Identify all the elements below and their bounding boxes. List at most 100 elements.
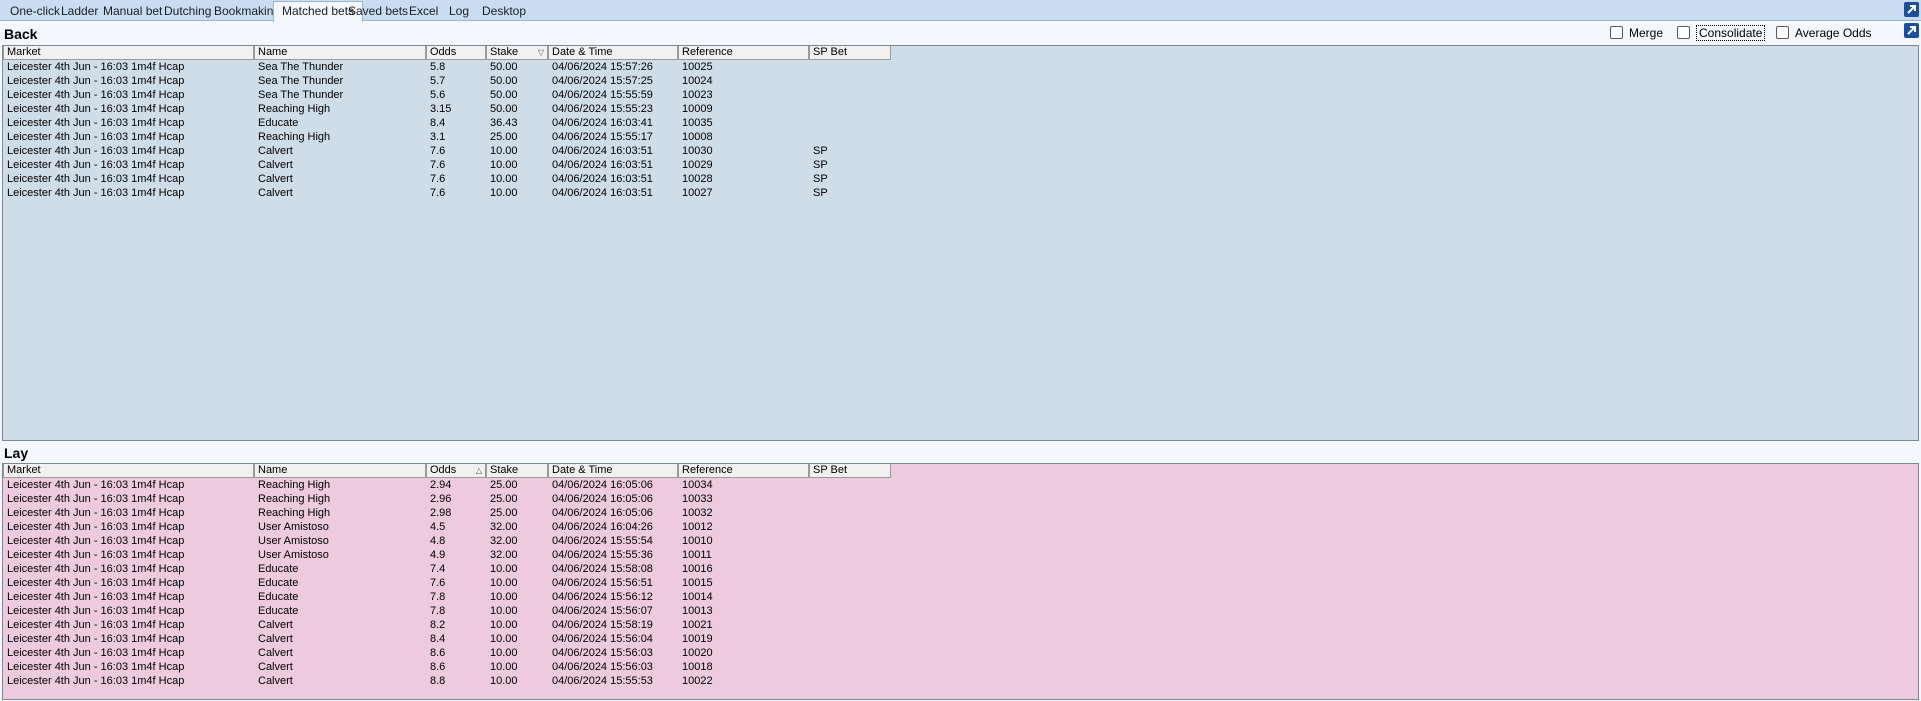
table-row[interactable]: Leicester 4th Jun - 16:03 1m4f Hcap Calve… (3, 618, 1918, 632)
cell-sp-bet (813, 116, 889, 130)
cell-odds: 8.4 (430, 117, 446, 129)
table-row[interactable]: Leicester 4th Jun - 16:03 1m4f Hcap Sea T… (3, 60, 1918, 74)
table-row[interactable]: Leicester 4th Jun - 16:03 1m4f Hcap Calve… (3, 172, 1918, 186)
table-row[interactable]: Leicester 4th Jun - 16:03 1m4f Hcap User … (3, 520, 1918, 534)
cell-stake: 10.00 (490, 661, 518, 673)
cell-reference: 10012 (682, 521, 713, 533)
column-header-stake[interactable]: Stake (486, 464, 548, 478)
table-row[interactable]: Leicester 4th Jun - 16:03 1m4f Hcap Calve… (3, 660, 1918, 674)
cell-stake: 10.00 (490, 647, 518, 659)
cell-odds: 2.98 (430, 507, 452, 519)
cell-date-time: 04/06/2024 15:55:17 (552, 131, 653, 143)
cell-date-time: 04/06/2024 16:05:06 (552, 507, 653, 519)
column-header-sp-bet[interactable]: SP Bet (809, 46, 891, 60)
column-header-date-time[interactable]: Date & Time (548, 464, 678, 478)
column-header-label: Stake (490, 46, 519, 58)
popout-button-back[interactable] (1904, 23, 1919, 38)
average-odds-option[interactable]: Average Odds (1776, 25, 1872, 41)
cell-reference: 10030 (682, 145, 713, 157)
cell-odds: 2.96 (430, 493, 452, 505)
column-header-stake[interactable]: Stake ▽ (486, 46, 548, 60)
cell-market: Leicester 4th Jun - 16:03 1m4f Hcap (7, 591, 185, 603)
table-row[interactable]: Leicester 4th Jun - 16:03 1m4f Hcap Calve… (3, 144, 1918, 158)
tab-excel[interactable]: Excel (401, 2, 446, 20)
cell-odds: 7.6 (430, 159, 446, 171)
merge-checkbox[interactable] (1610, 26, 1623, 39)
table-row[interactable]: Leicester 4th Jun - 16:03 1m4f Hcap Calve… (3, 186, 1918, 200)
table-row[interactable]: Leicester 4th Jun - 16:03 1m4f Hcap Calve… (3, 632, 1918, 646)
average-odds-checkbox[interactable] (1776, 26, 1789, 39)
table-row[interactable]: Leicester 4th Jun - 16:03 1m4f Hcap Educa… (3, 604, 1918, 618)
table-row[interactable]: Leicester 4th Jun - 16:03 1m4f Hcap Calve… (3, 158, 1918, 172)
cell-name: Sea The Thunder (258, 61, 344, 73)
cell-sp-bet (813, 492, 889, 506)
table-row[interactable]: Leicester 4th Jun - 16:03 1m4f Hcap User … (3, 548, 1918, 562)
cell-reference: 10016 (682, 563, 713, 575)
table-row[interactable]: Leicester 4th Jun - 16:03 1m4f Hcap Reach… (3, 506, 1918, 520)
merge-label: Merge (1629, 26, 1664, 40)
column-header-odds[interactable]: Odds (426, 46, 486, 60)
cell-date-time: 04/06/2024 16:05:06 (552, 493, 653, 505)
consolidate-checkbox[interactable] (1677, 26, 1690, 39)
cell-name: Reaching High (258, 479, 331, 491)
cell-sp-bet (813, 548, 889, 562)
table-row[interactable]: Leicester 4th Jun - 16:03 1m4f Hcap Educa… (3, 576, 1918, 590)
cell-name: User Amistoso (258, 521, 329, 533)
column-header-sp-bet[interactable]: SP Bet (809, 464, 891, 478)
back-rows: Leicester 4th Jun - 16:03 1m4f Hcap Sea T… (3, 60, 1918, 200)
lay-bets-grid[interactable]: Market Name Odds △ Stake Date & Time Reference… (2, 463, 1919, 700)
table-row[interactable]: Leicester 4th Jun - 16:03 1m4f Hcap Reach… (3, 130, 1918, 144)
column-header-market[interactable]: Market (3, 46, 254, 60)
cell-name: Calvert (258, 619, 293, 631)
cell-name: User Amistoso (258, 535, 329, 547)
back-bets-grid[interactable]: Market Name Odds Stake ▽ Date & Time Reference… (2, 45, 1919, 441)
cell-date-time: 04/06/2024 16:03:51 (552, 187, 653, 199)
cell-reference: 10021 (682, 619, 713, 631)
cell-stake: 25.00 (490, 493, 518, 505)
column-header-name[interactable]: Name (254, 46, 426, 60)
cell-odds: 7.6 (430, 577, 446, 589)
cell-sp-bet: SP (813, 145, 828, 157)
table-row[interactable]: Leicester 4th Jun - 16:03 1m4f Hcap Educa… (3, 116, 1918, 130)
cell-stake: 10.00 (490, 173, 518, 185)
cell-odds: 4.9 (430, 549, 446, 561)
column-header-label: Reference (682, 464, 733, 476)
table-row[interactable]: Leicester 4th Jun - 16:03 1m4f Hcap Educa… (3, 590, 1918, 604)
arrow-up-right-icon (1907, 5, 1916, 14)
column-header-odds[interactable]: Odds △ (426, 464, 486, 478)
consolidate-option[interactable]: Consolidate (1677, 25, 1766, 41)
cell-sp-bet: SP (813, 173, 828, 185)
cell-odds: 2.94 (430, 479, 452, 491)
table-row[interactable]: Leicester 4th Jun - 16:03 1m4f Hcap Calve… (3, 674, 1918, 688)
cell-name: Calvert (258, 145, 293, 157)
cell-odds: 7.8 (430, 605, 446, 617)
cell-date-time: 04/06/2024 15:56:03 (552, 647, 653, 659)
column-header-date-time[interactable]: Date & Time (548, 46, 678, 60)
cell-date-time: 04/06/2024 16:03:51 (552, 159, 653, 171)
table-row[interactable]: Leicester 4th Jun - 16:03 1m4f Hcap Sea T… (3, 88, 1918, 102)
table-row[interactable]: Leicester 4th Jun - 16:03 1m4f Hcap Reach… (3, 478, 1918, 492)
tab-desktop[interactable]: Desktop (474, 2, 534, 20)
column-header-market[interactable]: Market (3, 464, 254, 478)
cell-stake: 10.00 (490, 591, 518, 603)
table-row[interactable]: Leicester 4th Jun - 16:03 1m4f Hcap Reach… (3, 492, 1918, 506)
table-row[interactable]: Leicester 4th Jun - 16:03 1m4f Hcap User … (3, 534, 1918, 548)
merge-option[interactable]: Merge (1610, 25, 1663, 41)
cell-market: Leicester 4th Jun - 16:03 1m4f Hcap (7, 563, 185, 575)
table-row[interactable]: Leicester 4th Jun - 16:03 1m4f Hcap Calve… (3, 646, 1918, 660)
cell-sp-bet (813, 478, 889, 492)
table-row[interactable]: Leicester 4th Jun - 16:03 1m4f Hcap Reach… (3, 102, 1918, 116)
cell-odds: 4.8 (430, 535, 446, 547)
column-header-reference[interactable]: Reference (678, 464, 809, 478)
table-row[interactable]: Leicester 4th Jun - 16:03 1m4f Hcap Sea T… (3, 74, 1918, 88)
cell-odds: 8.6 (430, 661, 446, 673)
cell-market: Leicester 4th Jun - 16:03 1m4f Hcap (7, 89, 185, 101)
column-header-reference[interactable]: Reference (678, 46, 809, 60)
tab-log[interactable]: Log (441, 2, 477, 20)
cell-reference: 10024 (682, 75, 713, 87)
cell-odds: 5.7 (430, 75, 446, 87)
table-row[interactable]: Leicester 4th Jun - 16:03 1m4f Hcap Educa… (3, 562, 1918, 576)
column-header-name[interactable]: Name (254, 464, 426, 478)
column-header-label: Date & Time (552, 464, 613, 476)
popout-button-top[interactable] (1904, 2, 1919, 17)
